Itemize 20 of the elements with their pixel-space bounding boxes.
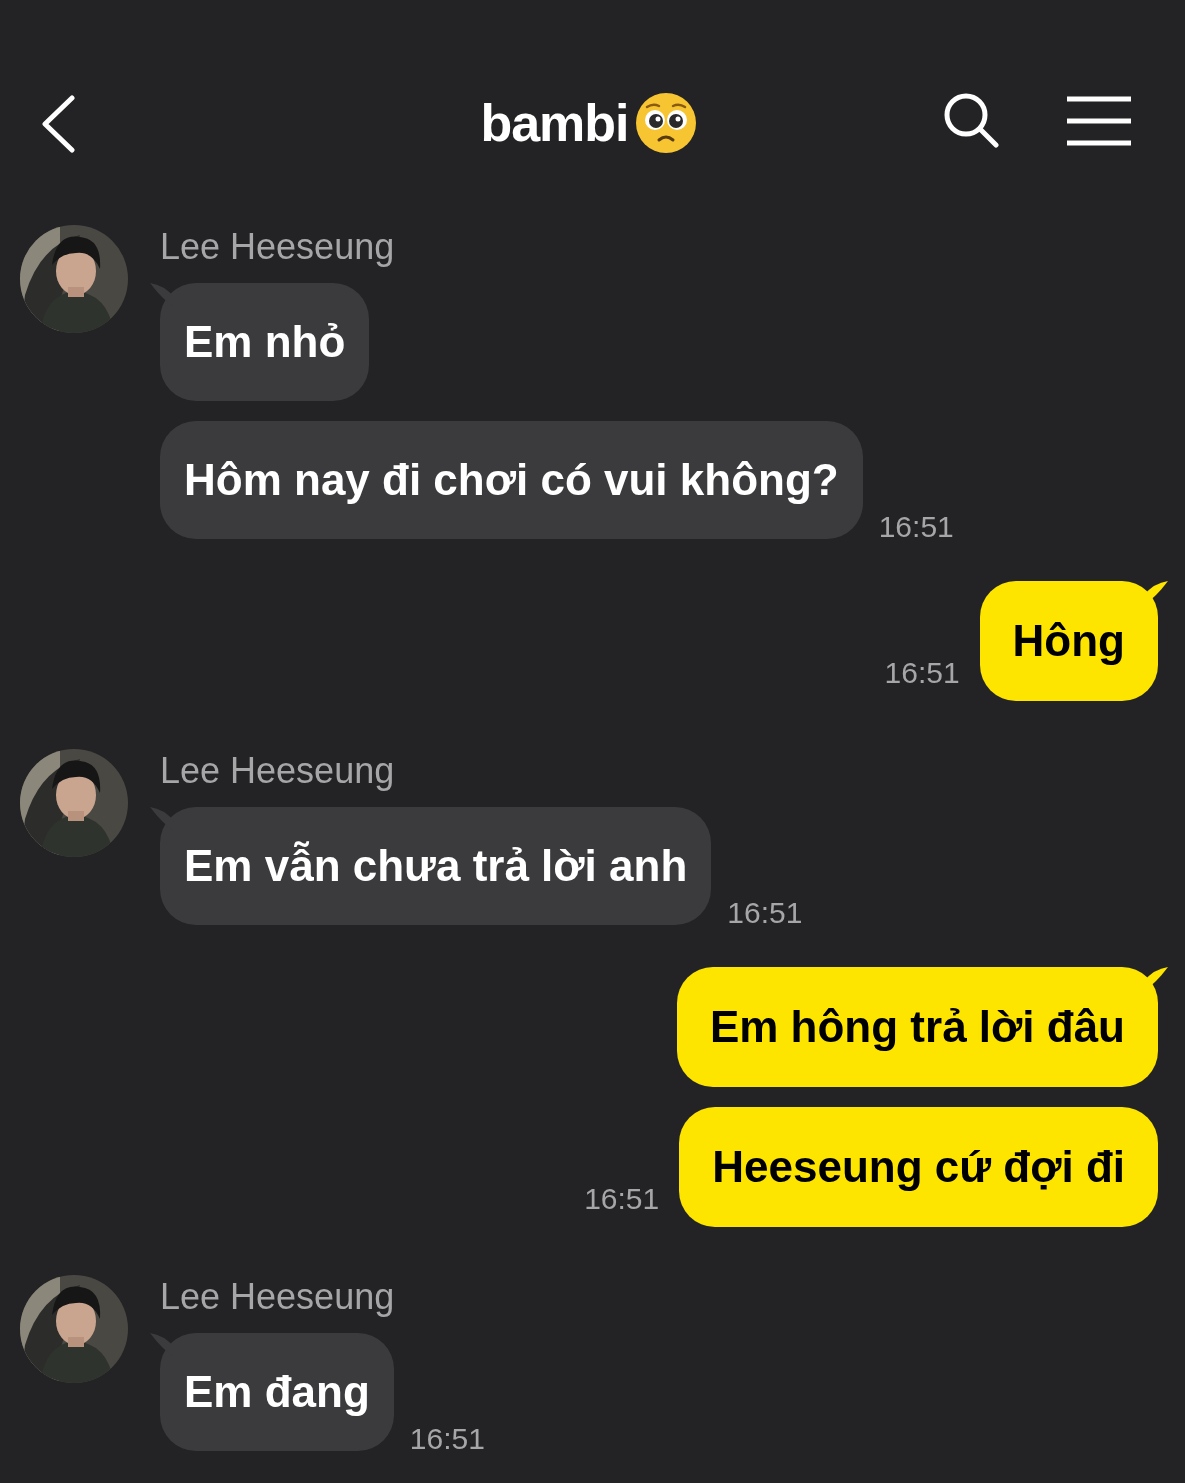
timestamp: 16:51 [878,509,954,545]
pleading-face-icon [634,91,697,154]
menu-icon[interactable] [1067,96,1131,146]
message-text: Heeseung cứ đợi đi [712,1141,1125,1193]
message-text: Hông [1012,615,1125,667]
message-text: Em hông trả lời đâu [709,1001,1125,1053]
sender-name: Lee Heeseung [160,1275,396,1319]
search-icon[interactable] [943,92,999,148]
sender-name: Lee Heeseung [160,749,396,793]
message-text: Hôm nay đi chơi có vui không? [184,454,839,506]
chat-title: bambi [480,92,629,154]
timestamp: 16:51 [409,1421,485,1457]
sender-name: Lee Heeseung [160,225,396,269]
message-text: Em nhỏ [184,316,346,368]
timestamp: 16:51 [727,895,803,931]
message-text: Em vẫn chưa trả lời anh [184,840,688,892]
back-icon[interactable] [40,95,76,153]
timestamp: 16:51 [884,655,960,691]
timestamp: 16:51 [584,1181,660,1217]
message-text: Em đang [184,1366,370,1418]
